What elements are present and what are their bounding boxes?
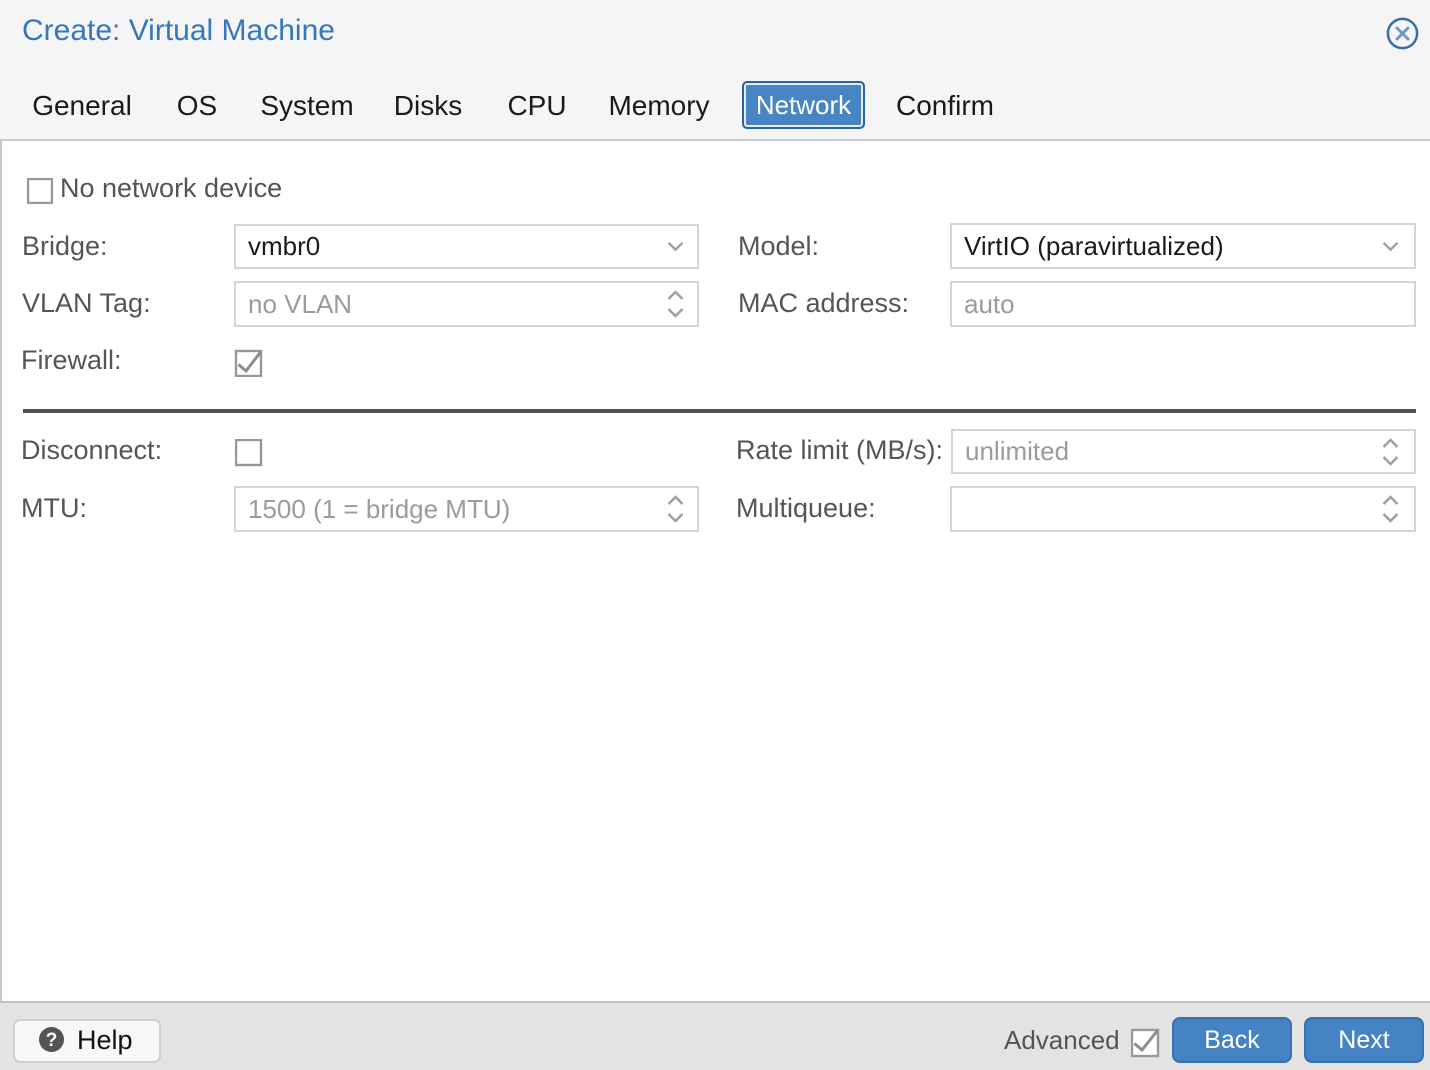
svg-text:?: ? [46,1030,58,1051]
